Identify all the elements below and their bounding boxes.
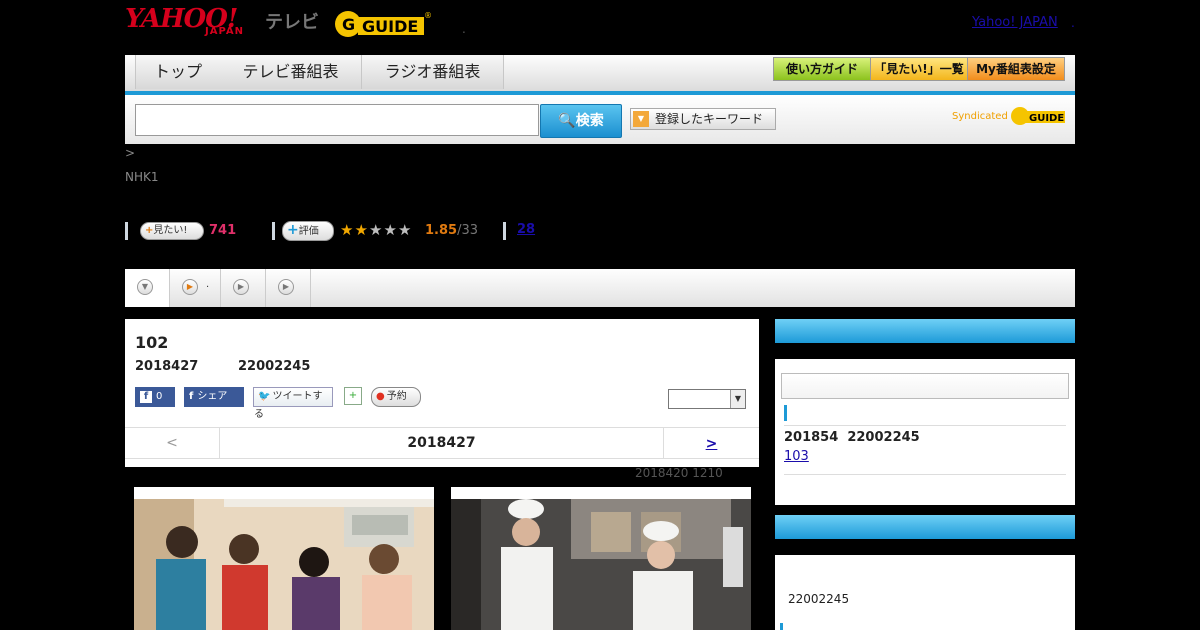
mitai-list-button[interactable]: 「見たい!」一覧 xyxy=(870,57,968,81)
facebook-icon: f xyxy=(140,391,152,403)
divider xyxy=(503,222,506,240)
chef-scene-photo xyxy=(451,487,751,630)
main-nav: トップ テレビ番組表 ラジオ番組表 使い方ガイド 「見たい!」一覧 My番組表設… xyxy=(125,55,1075,95)
tab-overview[interactable]: ▼ xyxy=(125,269,170,307)
search-icon: 🔍 xyxy=(558,113,576,129)
sidebar-input[interactable] xyxy=(781,373,1069,399)
next-episode-link[interactable]: 103 xyxy=(784,449,835,464)
current-date: 2018427 xyxy=(220,428,664,458)
sidebar-header xyxy=(775,319,1075,343)
twitter-bird-icon: 🐦 xyxy=(258,391,271,402)
svg-text:®: ® xyxy=(424,11,432,20)
guide-button[interactable]: 使い方ガイド xyxy=(773,57,871,81)
play-icon: ▶ xyxy=(233,279,249,295)
previous-broadcast-info: 2018420 1210 xyxy=(635,466,723,480)
search-input[interactable] xyxy=(135,104,539,136)
program-date: 2018427 xyxy=(135,359,199,374)
svg-text:G: G xyxy=(342,15,355,34)
kitchen-scene-photo xyxy=(134,487,434,630)
rating-star-icon: ★ xyxy=(398,221,412,239)
program-tabs: ▼ ▶ . ▶ ▶ xyxy=(125,269,1075,307)
date-navigation: < 2018427 > xyxy=(125,427,759,459)
plus-icon: + xyxy=(287,222,299,238)
tab-tv-schedule[interactable]: テレビ番組表 xyxy=(220,55,362,89)
divider xyxy=(125,222,128,240)
prev-date-button[interactable]: < xyxy=(125,428,220,458)
chevron-down-icon: ▼ xyxy=(730,390,745,408)
program-time: 22002245 xyxy=(238,359,311,374)
japan-logo: JAPAN xyxy=(205,26,244,37)
divider xyxy=(272,222,275,240)
next-date-button[interactable]: > xyxy=(706,436,718,452)
my-schedule-button[interactable]: My番組表設定 xyxy=(967,57,1065,81)
tab-4[interactable]: ▶ xyxy=(266,269,311,307)
tab-radio-schedule[interactable]: ラジオ番組表 xyxy=(362,55,504,89)
dropdown-arrow-icon: ▼ xyxy=(633,111,649,127)
tweet-button[interactable]: 🐦 ツイートする xyxy=(253,387,333,420)
sidebar-subheader xyxy=(775,343,1075,359)
registered-keywords-button[interactable]: ▼ 登録したキーワード xyxy=(630,108,776,130)
section-marker xyxy=(780,623,783,630)
play-icon: ▶ xyxy=(278,279,294,295)
mitai-count: 741 xyxy=(209,223,237,238)
search-bar: 🔍検索 ▼ 登録したキーワード Syndicated GUIDE xyxy=(125,95,1075,144)
svg-text:GUIDE: GUIDE xyxy=(362,17,418,36)
rating-star-icon: ★ xyxy=(369,221,383,239)
record-icon: ● xyxy=(376,391,385,402)
program-title: 102 xyxy=(135,333,169,352)
facebook-like-button[interactable]: f0 xyxy=(135,387,175,407)
program-photo-1[interactable] xyxy=(134,487,434,630)
gguide-logo[interactable]: G GUIDE ® xyxy=(334,8,432,40)
syndicated-gguide-logo: Syndicated GUIDE xyxy=(952,105,1067,127)
breadcrumb[interactable]: > xyxy=(125,146,135,160)
sidebar-header xyxy=(775,515,1075,539)
mitai-button[interactable]: +見たい! xyxy=(140,222,204,240)
related-time: 22002245 xyxy=(788,592,850,606)
rating-score: 1.85/33 xyxy=(425,223,478,238)
tab-2[interactable]: ▶ . xyxy=(170,269,221,307)
sidebar-related: 22002245 xyxy=(775,515,1075,630)
next-date-cell: > xyxy=(664,428,759,458)
divider xyxy=(784,474,1066,475)
gguide-small-logo: GUIDE xyxy=(1011,107,1065,125)
tv-label[interactable]: テレビ xyxy=(265,8,319,34)
header-dot-right: . xyxy=(1071,16,1075,30)
program-photo-2[interactable] xyxy=(451,487,751,630)
sidebar-subheader xyxy=(775,539,1075,555)
search-button[interactable]: 🔍検索 xyxy=(540,104,622,138)
sidebar-next-broadcast: 201854 22002245 103 xyxy=(775,319,1075,505)
divider xyxy=(784,425,1066,426)
play-icon: ▶ xyxy=(182,279,198,295)
program-info-panel: 102 2018427 22002245 f0 f シェア 🐦 ツイートする + ●… xyxy=(125,319,759,467)
channel-name: NHK1 xyxy=(125,170,159,184)
yahoo-japan-link[interactable]: Yahoo! JAPAN xyxy=(972,15,1058,30)
reviews-link[interactable]: 28 xyxy=(517,222,535,237)
add-calendar-icon[interactable]: + xyxy=(344,387,362,405)
reserve-button[interactable]: ● 予約 xyxy=(371,387,421,407)
facebook-share-button[interactable]: f シェア xyxy=(184,387,244,407)
next-broadcast-datetime: 201854 22002245 xyxy=(784,430,920,445)
rate-button[interactable]: +評価 xyxy=(282,221,334,241)
svg-text:GUIDE: GUIDE xyxy=(1029,113,1064,124)
facebook-icon: f xyxy=(189,391,194,402)
header-dot: . xyxy=(462,22,466,36)
chevron-down-icon: ▼ xyxy=(137,279,153,295)
rating-star-icon: ★ xyxy=(383,221,397,239)
rating-star-icon: ★ xyxy=(340,221,354,239)
program-select[interactable]: ▼ xyxy=(668,389,746,409)
section-marker xyxy=(784,405,787,421)
rating-star-icon: ★ xyxy=(354,221,368,239)
tab-3[interactable]: ▶ xyxy=(221,269,266,307)
tab-top[interactable]: トップ xyxy=(135,55,221,89)
